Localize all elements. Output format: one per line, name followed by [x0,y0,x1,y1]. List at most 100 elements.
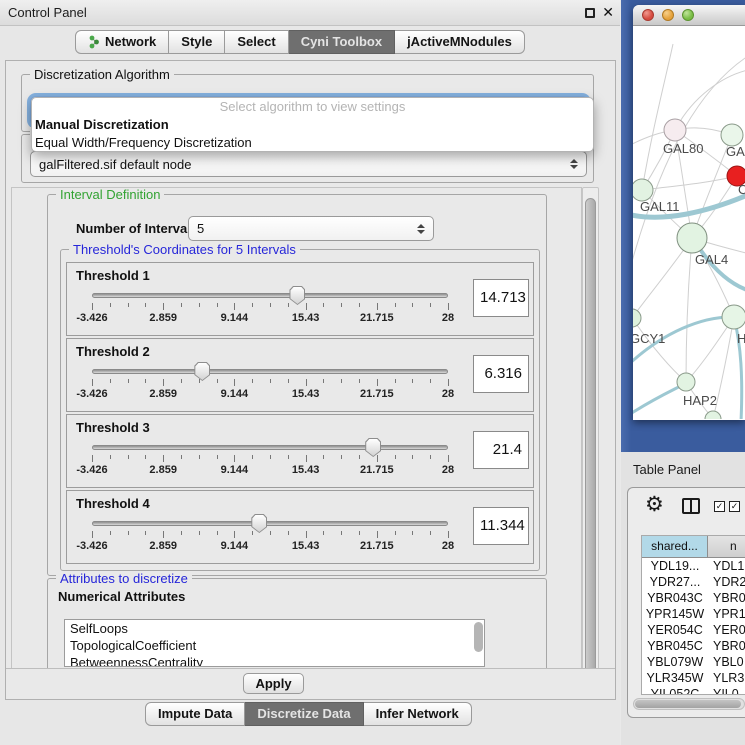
slider-scale-labels: -3.4262.8599.14415.4321.71528 [92,388,448,402]
table-cell[interactable]: YPR1 [708,606,745,622]
attributes-list[interactable]: SelfLoopsTopologicalCoefficientBetweenne… [64,619,485,667]
network-window-frame: GAL80GACGAL11GAL4GCY1HHAP2 [621,0,745,452]
tab-jactivemnodules[interactable]: jActiveMNodules [395,30,525,54]
gear-icon[interactable]: ⚙ [645,492,664,516]
network-node-HAP2-node[interactable] [677,373,695,391]
column-header-1[interactable]: shared... [642,536,708,557]
attribute-item[interactable]: SelfLoops [65,620,484,637]
group-title: Attributes to discretize [56,571,192,586]
table-cell[interactable]: YBL079W [642,654,708,670]
table-cell[interactable]: YBL0 [708,654,745,670]
table-cell[interactable]: YLR345W [642,670,708,686]
threshold-value-field-2[interactable]: 6.316 [473,355,529,393]
table-cell[interactable]: YBR045C [642,638,708,654]
table-cell[interactable]: YDR2 [708,574,745,590]
table-row[interactable]: YDR27...YDR2 [642,574,745,590]
tab-label: Network [105,34,156,49]
table-row[interactable]: YDL19...YDL1 [642,558,745,574]
minimize-traffic-light-icon[interactable] [662,9,674,21]
slider-track[interactable] [92,521,448,526]
zoom-traffic-light-icon[interactable] [682,9,694,21]
columns-icon[interactable] [682,498,700,514]
list-scrollbar[interactable] [474,622,483,652]
dropdown-item-equal-width-frequency-discretization[interactable]: Equal Width/Frequency Discretization [32,134,593,152]
table-cell[interactable]: YER054C [642,622,708,638]
tab-network[interactable]: Network [75,30,169,54]
table-data-value: galFiltered.sif default node [39,157,191,172]
threshold-value-field-3[interactable]: 21.4 [473,431,529,469]
table-row[interactable]: YBR045CYBR0 [642,638,745,654]
network-node-GAL11-node[interactable] [633,179,653,201]
slider-track[interactable] [92,293,448,298]
threshold-value-field-1[interactable]: 14.713 [473,279,529,317]
table-cell[interactable]: YDL19... [642,558,708,574]
table-cell[interactable]: YER0 [708,622,745,638]
dropdown-item-manual-discretization[interactable]: Manual Discretization [32,116,593,134]
tab-infer-network[interactable]: Infer Network [364,702,472,726]
apply-button[interactable]: Apply [243,673,304,694]
slider-scale-labels: -3.4262.8599.14415.4321.71528 [92,312,448,326]
number-of-intervals-combobox[interactable]: 5 [188,216,434,241]
table-cell[interactable]: YPR145W [642,606,708,622]
scrollbar-thumb[interactable] [635,700,741,708]
table-row[interactable]: YBR043CYBR0 [642,590,745,606]
vertical-scrollbar[interactable] [582,187,599,696]
node-label: GAL80 [663,141,703,156]
table-data-combobox[interactable]: galFiltered.sif default node [30,151,587,177]
slider-track[interactable] [92,369,448,374]
tab-style[interactable]: Style [169,30,225,54]
table-cell[interactable]: YDL1 [708,558,745,574]
table-cell[interactable]: YDR27... [642,574,708,590]
close-traffic-light-icon[interactable] [642,9,654,21]
table-cell[interactable]: YLR3 [708,670,745,686]
threshold-value-field-4[interactable]: 11.344 [473,507,529,545]
number-of-intervals-label: Number of Intervals [76,221,198,236]
threshold-label: Threshold 3 [76,420,150,435]
network-node-partial-right-node[interactable] [721,124,743,146]
table-cell[interactable]: YIL0 [708,686,745,695]
dropdown-placeholder: Select algorithm to view settings [32,98,593,116]
tab-label: Select [237,34,275,49]
slider-track[interactable] [92,445,448,450]
tab-impute-data[interactable]: Impute Data [145,702,245,726]
checkbox-icon[interactable]: ✓ [729,501,740,512]
network-node-GCY1-node[interactable] [633,309,641,327]
float-icon[interactable] [585,8,595,18]
network-node-GAL80-node[interactable] [664,119,686,141]
table-row[interactable]: YBL079WYBL0 [642,654,745,670]
table-cell[interactable]: YBR0 [708,590,745,606]
table-row[interactable]: YIL052CYIL0 [642,686,745,695]
interval-definition-group: Interval Definition Number of Intervals … [47,194,547,576]
network-canvas[interactable]: GAL80GACGAL11GAL4GCY1HHAP2 [633,26,745,419]
node-attribute-table: shared...n YDL19...YDL1YDR27...YDR2YBR04… [641,535,745,695]
tab-select[interactable]: Select [225,30,288,54]
apply-strip: Apply [6,668,615,699]
close-icon[interactable]: ✕ [602,4,614,21]
table-row[interactable]: YPR145WYPR1 [642,606,745,622]
column-header-2[interactable]: n [708,536,745,557]
threshold-slider-4[interactable]: -3.4262.8599.14415.4321.71528 [92,521,448,561]
table-cell[interactable]: YIL052C [642,686,708,695]
tab-discretize-data[interactable]: Discretize Data [245,702,363,726]
table-row[interactable]: YLR345WYLR3 [642,670,745,686]
control-panel-titlebar: Control Panel ✕ [0,0,620,26]
horizontal-scrollbar[interactable] [633,698,745,710]
attribute-item[interactable]: BetweennessCentrality [65,654,484,667]
scrollbar-thumb[interactable] [585,198,596,678]
checkbox-icon[interactable]: ✓ [714,501,725,512]
tab-cyni-toolbox[interactable]: Cyni Toolbox [289,30,395,54]
threshold-slider-2[interactable]: -3.4262.8599.14415.4321.71528 [92,369,448,409]
threshold-panel-3: Threshold 3 -3.4262.8599.14415.4321.71528… [66,414,534,488]
threshold-slider-1[interactable]: -3.4262.8599.14415.4321.71528 [92,293,448,333]
network-node-H-node[interactable] [722,305,745,329]
network-edge [642,44,673,190]
table-cell[interactable]: YBR0 [708,638,745,654]
network-edge [633,318,686,382]
threshold-slider-3[interactable]: -3.4262.8599.14415.4321.71528 [92,445,448,485]
network-node-GAL4-node[interactable] [677,223,707,253]
tab-label: Infer Network [376,706,459,721]
attribute-item[interactable]: TopologicalCoefficient [65,637,484,654]
table-cell[interactable]: YBR043C [642,590,708,606]
network-edge [686,238,692,382]
table-row[interactable]: YER054CYER0 [642,622,745,638]
